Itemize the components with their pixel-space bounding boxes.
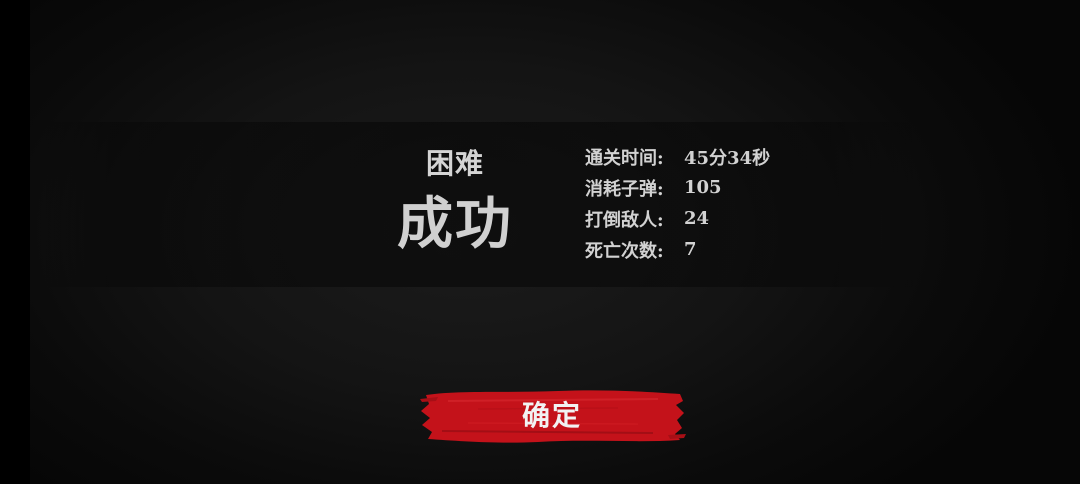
- screen-edge: [0, 0, 30, 484]
- game-result-screen: 困难 成功 通关时间: 45分34秒 消耗子弹: 105 打倒敌人: 24 死亡…: [0, 0, 1080, 484]
- stats-list: 通关时间: 45分34秒 消耗子弹: 105 打倒敌人: 24 死亡次数: 7: [585, 141, 885, 265]
- stat-value: 45分34秒: [684, 147, 771, 169]
- result-outcome-label: 成功: [397, 191, 513, 257]
- stat-value: 105: [684, 177, 722, 198]
- stat-label: 通关时间:: [585, 147, 664, 169]
- stat-value: 24: [684, 208, 710, 229]
- stat-label: 消耗子弹:: [585, 178, 664, 200]
- stat-row-bullets-used: 消耗子弹: 105: [585, 172, 885, 203]
- stat-label: 打倒敌人:: [585, 209, 664, 231]
- confirm-button-label: 确定: [521, 399, 582, 432]
- confirm-button[interactable]: 确定: [418, 387, 686, 445]
- stat-row-enemies-defeated: 打倒敌人: 24: [585, 203, 885, 234]
- stat-row-clear-time: 通关时间: 45分34秒: [585, 141, 885, 172]
- stat-value: 7: [684, 239, 697, 260]
- stat-label: 死亡次数:: [585, 240, 664, 262]
- stat-row-death-count: 死亡次数: 7: [585, 234, 885, 265]
- difficulty-label: 困难: [425, 147, 484, 180]
